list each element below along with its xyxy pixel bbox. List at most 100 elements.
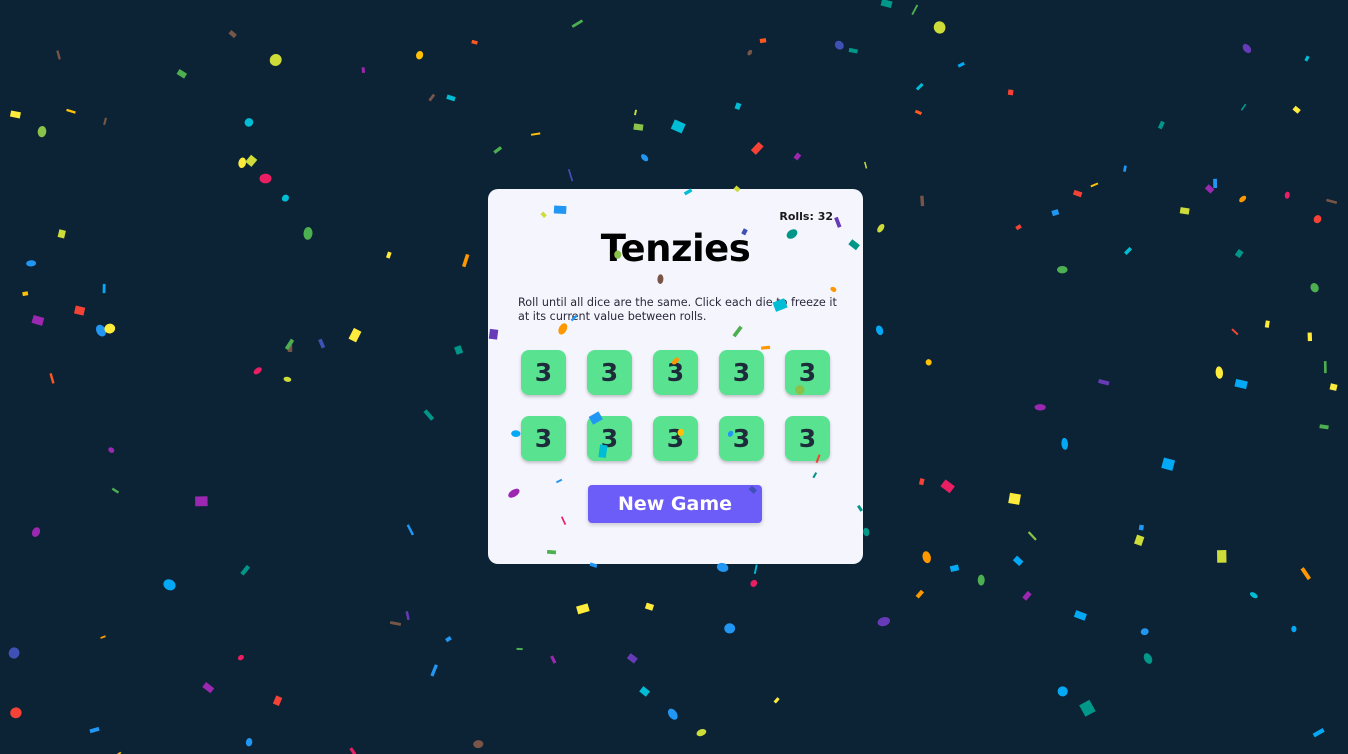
confetti-piece xyxy=(238,157,247,169)
confetti-piece xyxy=(318,338,326,349)
confetti-piece xyxy=(875,325,884,336)
die-9[interactable]: 3 xyxy=(719,416,764,461)
confetti-piece xyxy=(1292,105,1301,114)
confetti-piece xyxy=(641,154,649,162)
confetti-piece xyxy=(272,695,283,706)
confetti-piece xyxy=(1310,283,1319,293)
die-3[interactable]: 3 xyxy=(653,350,698,395)
confetti-piece xyxy=(1319,424,1329,430)
confetti-piece xyxy=(430,664,438,677)
confetti-piece xyxy=(1138,524,1144,531)
confetti-piece xyxy=(176,69,188,79)
confetti-piece xyxy=(287,344,293,352)
die-1[interactable]: 3 xyxy=(521,350,566,395)
confetti-piece xyxy=(245,154,258,167)
confetti-piece xyxy=(73,305,86,316)
die-6[interactable]: 3 xyxy=(521,416,566,461)
confetti-piece xyxy=(1329,383,1338,391)
confetti-piece xyxy=(877,223,885,233)
confetti-piece xyxy=(864,161,868,169)
confetti-piece xyxy=(428,93,436,102)
die-5[interactable]: 3 xyxy=(785,350,830,395)
confetti-piece xyxy=(848,47,858,54)
confetti-piece xyxy=(571,19,584,28)
confetti-piece xyxy=(914,109,923,116)
confetti-piece xyxy=(163,579,176,591)
rolls-counter: Rolls: 32 xyxy=(779,210,833,223)
confetti-piece xyxy=(1057,265,1068,274)
confetti-piece xyxy=(423,409,435,421)
confetti-piece xyxy=(361,67,366,74)
confetti-piece xyxy=(8,647,20,659)
confetti-piece xyxy=(933,21,946,34)
confetti-piece xyxy=(1213,178,1218,189)
confetti-piece xyxy=(750,579,758,587)
game-card: Rolls: 32 Tenzies Roll until all dice ar… xyxy=(488,189,863,564)
confetti-piece xyxy=(195,496,208,507)
confetti-piece xyxy=(348,327,362,343)
confetti-piece xyxy=(863,527,870,537)
confetti-piece xyxy=(237,654,244,661)
confetti-piece xyxy=(1242,43,1252,54)
confetti-piece xyxy=(918,478,925,486)
confetti-piece xyxy=(1022,590,1032,601)
die-4[interactable]: 3 xyxy=(719,350,764,395)
confetti-piece xyxy=(1239,195,1247,203)
confetti-piece xyxy=(1061,437,1069,450)
confetti-piece xyxy=(667,708,678,720)
confetti-piece xyxy=(877,617,891,627)
confetti-piece xyxy=(915,82,924,91)
confetti-piece xyxy=(493,146,503,154)
die-2[interactable]: 3 xyxy=(587,350,632,395)
confetti-piece xyxy=(1300,567,1312,581)
confetti-piece xyxy=(100,635,106,639)
confetti-piece xyxy=(240,564,251,576)
confetti-piece xyxy=(1057,686,1068,697)
confetti-piece xyxy=(445,635,452,643)
confetti-piece xyxy=(753,564,758,575)
confetti-piece xyxy=(633,123,644,131)
confetti-piece xyxy=(920,195,925,207)
confetti-piece xyxy=(670,119,686,134)
confetti-piece xyxy=(1291,625,1297,633)
confetti-piece xyxy=(1134,534,1145,546)
confetti-piece xyxy=(759,38,767,44)
confetti-piece xyxy=(49,373,55,384)
confetti-piece xyxy=(1216,550,1227,563)
confetti-piece xyxy=(1312,728,1325,738)
confetti-piece xyxy=(389,620,402,626)
confetti-piece xyxy=(922,551,931,564)
page-title: Tenzies xyxy=(600,227,751,270)
confetti-piece xyxy=(1051,209,1060,217)
confetti-piece xyxy=(1161,457,1176,471)
confetti-piece xyxy=(57,229,66,239)
instructions-text: Roll until all dice are the same. Click … xyxy=(518,296,837,323)
die-10[interactable]: 3 xyxy=(785,416,830,461)
confetti-piece xyxy=(639,686,651,697)
confetti-piece xyxy=(349,747,357,754)
confetti-piece xyxy=(102,283,106,294)
confetti-piece xyxy=(1249,592,1258,599)
confetti-piece xyxy=(281,194,289,202)
confetti-piece xyxy=(1073,610,1087,621)
die-7[interactable]: 3 xyxy=(587,416,632,461)
confetti-piece xyxy=(1204,184,1215,194)
confetti-piece xyxy=(111,487,120,494)
confetti-piece xyxy=(303,227,313,240)
confetti-piece xyxy=(26,260,37,267)
confetti-piece xyxy=(1008,492,1021,505)
confetti-piece xyxy=(1007,89,1014,96)
confetti-piece xyxy=(1304,55,1310,62)
confetti-piece xyxy=(696,728,707,737)
confetti-piece xyxy=(530,132,541,136)
confetti-piece xyxy=(22,291,29,297)
confetti-piece xyxy=(734,102,742,110)
new-game-button[interactable]: New Game xyxy=(588,485,762,523)
confetti-piece xyxy=(56,50,61,60)
confetti-piece xyxy=(1090,182,1099,188)
confetti-piece xyxy=(1072,189,1083,198)
confetti-piece xyxy=(269,54,282,66)
confetti-piece xyxy=(1157,120,1165,130)
confetti-piece xyxy=(31,527,41,537)
die-8[interactable]: 3 xyxy=(653,416,698,461)
